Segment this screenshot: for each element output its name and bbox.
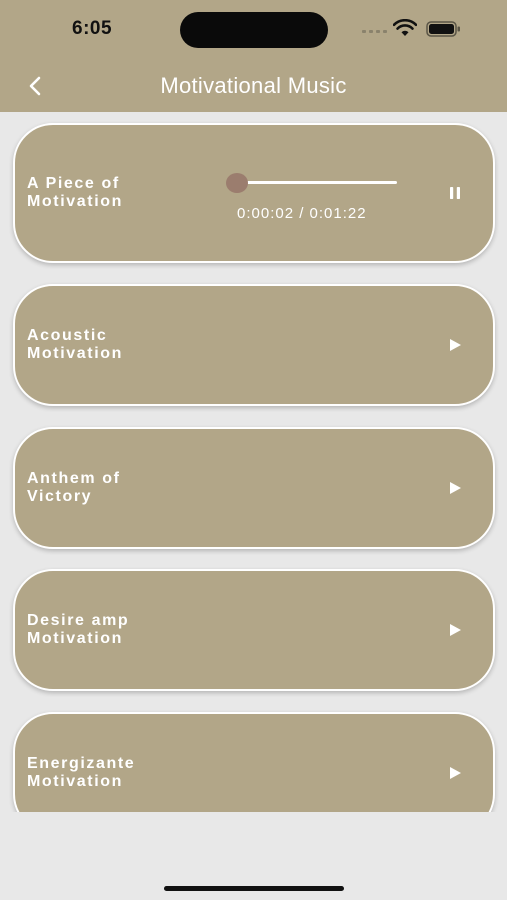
play-button[interactable] <box>445 335 465 355</box>
track-title: Energizante Motivation <box>27 755 136 790</box>
play-icon <box>450 767 461 779</box>
home-indicator[interactable] <box>164 886 344 891</box>
play-button[interactable] <box>445 763 465 783</box>
header: 6:05 Motivational Music <box>0 0 507 112</box>
track-title: A Piece of Motivation <box>27 175 123 210</box>
slider-thumb[interactable] <box>226 173 249 193</box>
track-card-desire-amp-motivation[interactable]: Desire amp Motivation <box>13 569 495 691</box>
pause-button[interactable] <box>445 183 465 203</box>
time-readout: 0:00:02 / 0:01:22 <box>237 205 367 222</box>
page-title: Motivational Music <box>160 73 347 98</box>
progress-slider[interactable] <box>223 173 403 193</box>
pause-icon <box>450 187 460 199</box>
wifi-icon <box>393 19 417 36</box>
play-icon <box>450 339 461 351</box>
play-button[interactable] <box>445 620 465 640</box>
slider-track[interactable] <box>231 181 397 184</box>
track-title: Desire amp Motivation <box>27 612 130 647</box>
track-title: Anthem of Victory <box>27 470 121 505</box>
track-card-anthem-of-victory[interactable]: Anthem of Victory <box>13 427 495 549</box>
battery-icon <box>426 21 460 37</box>
status-time: 6:05 <box>72 18 113 39</box>
play-button[interactable] <box>445 478 465 498</box>
dynamic-island <box>180 12 328 48</box>
track-title: Acoustic Motivation <box>27 327 123 362</box>
track-list: A Piece of Motivation 0:00:02 / 0:01:22 … <box>0 112 507 812</box>
status-bar: 6:05 <box>0 0 507 56</box>
navigation-bar: Motivational Music <box>0 60 507 112</box>
track-card-energizante-motivation[interactable]: Energizante Motivation <box>13 712 495 812</box>
play-icon <box>450 482 461 494</box>
track-card-acoustic-motivation[interactable]: Acoustic Motivation <box>13 284 495 406</box>
play-icon <box>450 624 461 636</box>
track-card-a-piece-of-motivation[interactable]: A Piece of Motivation 0:00:02 / 0:01:22 <box>13 123 495 263</box>
cellular-signal-icon <box>362 30 387 33</box>
